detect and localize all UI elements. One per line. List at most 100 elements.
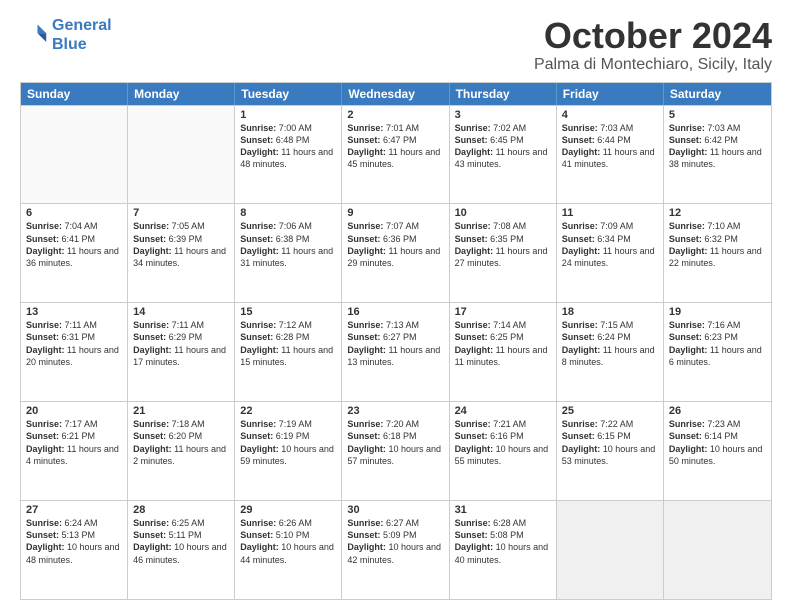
- day-number: 23: [347, 405, 443, 417]
- calendar-cell: 16Sunrise: 7:13 AMSunset: 6:27 PMDayligh…: [342, 303, 449, 401]
- cell-details: Sunrise: 6:28 AMSunset: 5:08 PMDaylight:…: [455, 517, 551, 566]
- calendar-cell: [128, 106, 235, 204]
- calendar-cell: 22Sunrise: 7:19 AMSunset: 6:19 PMDayligh…: [235, 402, 342, 500]
- cell-details: Sunrise: 6:27 AMSunset: 5:09 PMDaylight:…: [347, 517, 443, 566]
- calendar-cell: 9Sunrise: 7:07 AMSunset: 6:36 PMDaylight…: [342, 204, 449, 302]
- cell-details: Sunrise: 7:02 AMSunset: 6:45 PMDaylight:…: [455, 122, 551, 171]
- cell-details: Sunrise: 7:04 AMSunset: 6:41 PMDaylight:…: [26, 220, 122, 269]
- cell-details: Sunrise: 7:06 AMSunset: 6:38 PMDaylight:…: [240, 220, 336, 269]
- calendar-header-day: Friday: [557, 83, 664, 105]
- calendar-cell: 18Sunrise: 7:15 AMSunset: 6:24 PMDayligh…: [557, 303, 664, 401]
- day-number: 21: [133, 405, 229, 417]
- calendar-cell: 27Sunrise: 6:24 AMSunset: 5:13 PMDayligh…: [21, 501, 128, 599]
- calendar-cell: 6Sunrise: 7:04 AMSunset: 6:41 PMDaylight…: [21, 204, 128, 302]
- day-number: 10: [455, 207, 551, 219]
- day-number: 11: [562, 207, 658, 219]
- day-number: 5: [669, 109, 766, 121]
- header: General Blue October 2024 Palma di Monte…: [20, 16, 772, 74]
- calendar-cell: 31Sunrise: 6:28 AMSunset: 5:08 PMDayligh…: [450, 501, 557, 599]
- day-number: 30: [347, 504, 443, 516]
- cell-details: Sunrise: 7:19 AMSunset: 6:19 PMDaylight:…: [240, 418, 336, 467]
- calendar-cell: 20Sunrise: 7:17 AMSunset: 6:21 PMDayligh…: [21, 402, 128, 500]
- calendar-cell: 2Sunrise: 7:01 AMSunset: 6:47 PMDaylight…: [342, 106, 449, 204]
- calendar-row: 6Sunrise: 7:04 AMSunset: 6:41 PMDaylight…: [21, 203, 771, 302]
- calendar-cell: 23Sunrise: 7:20 AMSunset: 6:18 PMDayligh…: [342, 402, 449, 500]
- cell-details: Sunrise: 7:00 AMSunset: 6:48 PMDaylight:…: [240, 122, 336, 171]
- calendar-header-day: Wednesday: [342, 83, 449, 105]
- cell-details: Sunrise: 7:20 AMSunset: 6:18 PMDaylight:…: [347, 418, 443, 467]
- calendar: SundayMondayTuesdayWednesdayThursdayFrid…: [20, 82, 772, 600]
- day-number: 13: [26, 306, 122, 318]
- calendar-body: 1Sunrise: 7:00 AMSunset: 6:48 PMDaylight…: [21, 105, 771, 599]
- calendar-cell: 12Sunrise: 7:10 AMSunset: 6:32 PMDayligh…: [664, 204, 771, 302]
- calendar-header-day: Saturday: [664, 83, 771, 105]
- calendar-cell: 25Sunrise: 7:22 AMSunset: 6:15 PMDayligh…: [557, 402, 664, 500]
- calendar-header-day: Sunday: [21, 83, 128, 105]
- cell-details: Sunrise: 7:03 AMSunset: 6:44 PMDaylight:…: [562, 122, 658, 171]
- cell-details: Sunrise: 6:24 AMSunset: 5:13 PMDaylight:…: [26, 517, 122, 566]
- location-title: Palma di Montechiaro, Sicily, Italy: [534, 56, 772, 74]
- cell-details: Sunrise: 7:18 AMSunset: 6:20 PMDaylight:…: [133, 418, 229, 467]
- day-number: 22: [240, 405, 336, 417]
- day-number: 12: [669, 207, 766, 219]
- day-number: 1: [240, 109, 336, 121]
- day-number: 24: [455, 405, 551, 417]
- calendar-cell: 7Sunrise: 7:05 AMSunset: 6:39 PMDaylight…: [128, 204, 235, 302]
- day-number: 6: [26, 207, 122, 219]
- logo-line1: General: [52, 17, 112, 34]
- month-title: October 2024: [534, 16, 772, 56]
- calendar-header-day: Tuesday: [235, 83, 342, 105]
- calendar-cell: 3Sunrise: 7:02 AMSunset: 6:45 PMDaylight…: [450, 106, 557, 204]
- day-number: 3: [455, 109, 551, 121]
- day-number: 9: [347, 207, 443, 219]
- calendar-row: 13Sunrise: 7:11 AMSunset: 6:31 PMDayligh…: [21, 302, 771, 401]
- page: General Blue October 2024 Palma di Monte…: [0, 0, 792, 612]
- cell-details: Sunrise: 7:21 AMSunset: 6:16 PMDaylight:…: [455, 418, 551, 467]
- day-number: 27: [26, 504, 122, 516]
- calendar-cell: 24Sunrise: 7:21 AMSunset: 6:16 PMDayligh…: [450, 402, 557, 500]
- cell-details: Sunrise: 6:26 AMSunset: 5:10 PMDaylight:…: [240, 517, 336, 566]
- day-number: 29: [240, 504, 336, 516]
- day-number: 2: [347, 109, 443, 121]
- calendar-cell: 28Sunrise: 6:25 AMSunset: 5:11 PMDayligh…: [128, 501, 235, 599]
- day-number: 28: [133, 504, 229, 516]
- calendar-cell: 17Sunrise: 7:14 AMSunset: 6:25 PMDayligh…: [450, 303, 557, 401]
- calendar-cell: 4Sunrise: 7:03 AMSunset: 6:44 PMDaylight…: [557, 106, 664, 204]
- calendar-cell: 10Sunrise: 7:08 AMSunset: 6:35 PMDayligh…: [450, 204, 557, 302]
- day-number: 15: [240, 306, 336, 318]
- calendar-cell: 26Sunrise: 7:23 AMSunset: 6:14 PMDayligh…: [664, 402, 771, 500]
- calendar-cell: 29Sunrise: 6:26 AMSunset: 5:10 PMDayligh…: [235, 501, 342, 599]
- cell-details: Sunrise: 7:11 AMSunset: 6:31 PMDaylight:…: [26, 319, 122, 368]
- cell-details: Sunrise: 7:22 AMSunset: 6:15 PMDaylight:…: [562, 418, 658, 467]
- cell-details: Sunrise: 7:09 AMSunset: 6:34 PMDaylight:…: [562, 220, 658, 269]
- calendar-cell: 15Sunrise: 7:12 AMSunset: 6:28 PMDayligh…: [235, 303, 342, 401]
- calendar-cell: [557, 501, 664, 599]
- day-number: 17: [455, 306, 551, 318]
- cell-details: Sunrise: 7:03 AMSunset: 6:42 PMDaylight:…: [669, 122, 766, 171]
- day-number: 16: [347, 306, 443, 318]
- calendar-cell: 19Sunrise: 7:16 AMSunset: 6:23 PMDayligh…: [664, 303, 771, 401]
- cell-details: Sunrise: 7:10 AMSunset: 6:32 PMDaylight:…: [669, 220, 766, 269]
- cell-details: Sunrise: 7:05 AMSunset: 6:39 PMDaylight:…: [133, 220, 229, 269]
- cell-details: Sunrise: 7:11 AMSunset: 6:29 PMDaylight:…: [133, 319, 229, 368]
- logo-text: General Blue: [52, 16, 112, 54]
- calendar-cell: [664, 501, 771, 599]
- logo-line2: Blue: [52, 36, 87, 53]
- calendar-header-day: Thursday: [450, 83, 557, 105]
- calendar-row: 1Sunrise: 7:00 AMSunset: 6:48 PMDaylight…: [21, 105, 771, 204]
- logo-icon: [20, 21, 48, 49]
- day-number: 7: [133, 207, 229, 219]
- calendar-cell: [21, 106, 128, 204]
- calendar-row: 27Sunrise: 6:24 AMSunset: 5:13 PMDayligh…: [21, 500, 771, 599]
- cell-details: Sunrise: 7:08 AMSunset: 6:35 PMDaylight:…: [455, 220, 551, 269]
- cell-details: Sunrise: 7:01 AMSunset: 6:47 PMDaylight:…: [347, 122, 443, 171]
- day-number: 8: [240, 207, 336, 219]
- day-number: 31: [455, 504, 551, 516]
- calendar-cell: 13Sunrise: 7:11 AMSunset: 6:31 PMDayligh…: [21, 303, 128, 401]
- day-number: 25: [562, 405, 658, 417]
- cell-details: Sunrise: 7:12 AMSunset: 6:28 PMDaylight:…: [240, 319, 336, 368]
- calendar-cell: 8Sunrise: 7:06 AMSunset: 6:38 PMDaylight…: [235, 204, 342, 302]
- logo: General Blue: [20, 16, 112, 54]
- calendar-header-day: Monday: [128, 83, 235, 105]
- calendar-cell: 21Sunrise: 7:18 AMSunset: 6:20 PMDayligh…: [128, 402, 235, 500]
